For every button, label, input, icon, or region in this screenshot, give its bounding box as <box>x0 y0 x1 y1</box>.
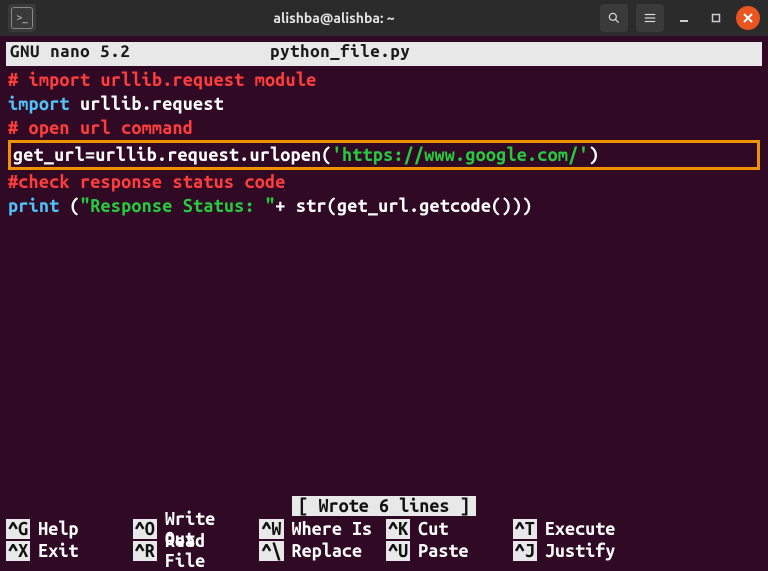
code-string: https://www.google.com/ <box>342 145 578 165</box>
shortcut-paste[interactable]: ^U Paste <box>386 540 509 562</box>
maximize-icon <box>711 13 721 23</box>
code-text: ( <box>59 196 80 216</box>
shortcut-exit[interactable]: ^X Exit <box>6 540 129 562</box>
shortcut-label: Cut <box>418 519 448 539</box>
shortcut-key: ^X <box>6 541 30 561</box>
code-line: # open url command <box>8 116 760 140</box>
nano-status-line: [ Wrote 6 lines ] <box>0 496 768 516</box>
shortcut-key: ^R <box>133 541 157 561</box>
shortcut-key: ^\ <box>259 541 283 561</box>
menu-button[interactable] <box>636 4 664 32</box>
code-comment: # import urllib.request module <box>8 70 316 90</box>
code-keyword: import <box>8 94 70 114</box>
search-button[interactable] <box>600 4 628 32</box>
code-comment: #check response status code <box>8 172 286 192</box>
code-text: ) <box>589 145 599 165</box>
highlighted-line: get_url=urllib.request.urlopen('https://… <box>8 140 760 170</box>
shortcut-label: Where Is <box>292 519 373 539</box>
shortcut-label: Replace <box>292 541 363 561</box>
shortcut-label: Paste <box>418 541 468 561</box>
shortcut-where-is[interactable]: ^W Where Is <box>259 518 382 540</box>
shortcut-label: Read File <box>165 531 256 571</box>
code-line: import urllib.request <box>8 92 760 116</box>
shortcut-key: ^J <box>513 541 537 561</box>
shortcut-execute[interactable]: ^T Execute <box>513 518 636 540</box>
nano-filename: python_file.py <box>270 42 758 66</box>
shortcut-label: Help <box>38 519 78 539</box>
nano-app-name: GNU nano 5.2 <box>10 42 270 66</box>
shortcut-help[interactable]: ^G Help <box>6 518 129 540</box>
shortcut-key: ^K <box>386 519 410 539</box>
shortcut-key: ^O <box>133 519 157 539</box>
shortcut-key: ^W <box>259 519 283 539</box>
shortcut-label: Justify <box>545 541 616 561</box>
shortcut-label: Execute <box>545 519 616 539</box>
nano-status-text: [ Wrote 6 lines ] <box>292 496 475 516</box>
shortcut-key: ^U <box>386 541 410 561</box>
close-button[interactable] <box>736 6 760 30</box>
new-tab-button[interactable]: >_ <box>8 4 36 32</box>
shortcut-label: Exit <box>38 541 78 561</box>
code-line: #check response status code <box>8 170 760 194</box>
code-text: str(get_url.getcode())) <box>296 196 532 216</box>
shortcut-key: ^T <box>513 519 537 539</box>
nano-shortcut-bar: ^GHelp ^OWrite Out ^WWhere Is ^KCut ^TEx… <box>0 518 768 564</box>
hamburger-icon <box>643 11 657 25</box>
code-keyword: print <box>8 196 59 216</box>
code-text: urllib.request <box>70 94 224 114</box>
code-text: + <box>275 196 296 216</box>
close-icon <box>743 13 753 23</box>
code-line: # import urllib.request module <box>8 68 760 92</box>
nano-header: GNU nano 5.2 python_file.py <box>6 42 762 66</box>
code-string: "Response Status: " <box>80 196 275 216</box>
code-string: ' <box>332 145 342 165</box>
maximize-button[interactable] <box>704 6 728 30</box>
window-title: alishba@alishba: ~ <box>128 10 540 26</box>
search-icon <box>607 11 621 25</box>
code-line: print ("Response Status: "+ str(get_url.… <box>8 194 760 218</box>
code-text: get_url=urllib.request.urlopen( <box>13 145 332 165</box>
code-comment: # open url command <box>8 118 193 138</box>
shortcut-key: ^G <box>6 519 30 539</box>
minimize-icon <box>679 13 689 23</box>
code-string: ' <box>578 145 588 165</box>
shortcut-replace[interactable]: ^\ Replace <box>259 540 382 562</box>
terminal-icon: >_ <box>11 7 33 29</box>
shortcut-cut[interactable]: ^K Cut <box>386 518 509 540</box>
shortcut-justify[interactable]: ^J Justify <box>513 540 636 562</box>
shortcut-read-file[interactable]: ^RRead File <box>133 540 256 562</box>
editor-area[interactable]: # import urllib.request module import ur… <box>0 66 768 218</box>
window-titlebar: >_ alishba@alishba: ~ <box>0 0 768 36</box>
minimize-button[interactable] <box>672 6 696 30</box>
